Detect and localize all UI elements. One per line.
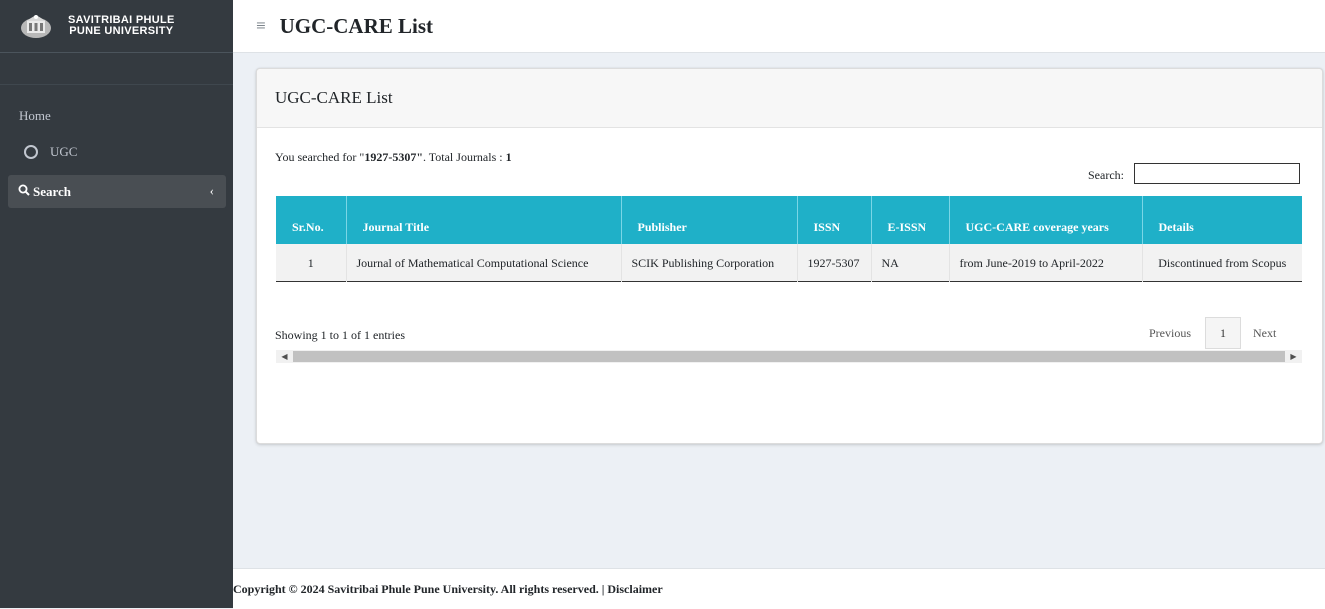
sidebar-divider <box>0 84 233 85</box>
scroll-left-arrow-icon[interactable]: ◀ <box>276 350 293 363</box>
search-summary-mid: . Total Journals : <box>423 150 506 164</box>
sidebar: SAVITRIBAI PHULE PUNE UNIVERSITY Home UG… <box>0 0 233 608</box>
search-input[interactable] <box>1134 163 1300 184</box>
search-summary-prefix: You searched for " <box>275 150 365 164</box>
journals-table: Sr.No. Journal Title Publisher ISSN E-IS… <box>276 196 1302 282</box>
brand-line-2: PUNE UNIVERSITY <box>69 25 174 37</box>
page-1-button[interactable]: 1 <box>1205 317 1241 349</box>
scrollbar-thumb[interactable] <box>293 351 1285 362</box>
table-header-row: Sr.No. Journal Title Publisher ISSN E-IS… <box>276 196 1302 244</box>
column-header-details[interactable]: Details <box>1142 196 1302 244</box>
cell-eissn: NA <box>871 244 950 282</box>
sidebar-item-ugc-label: UGC <box>50 144 78 159</box>
column-header-issn[interactable]: ISSN <box>797 196 872 244</box>
sidebar-item-ugc[interactable]: UGC <box>24 144 77 160</box>
horizontal-scrollbar[interactable]: ◀ ▶ <box>276 350 1302 363</box>
entries-info: Showing 1 to 1 of 1 entries <box>275 328 405 342</box>
chevron-left-icon: ‹ <box>209 183 214 198</box>
table-row: 1 Journal of Mathematical Computational … <box>276 244 1302 282</box>
scroll-right-arrow-icon[interactable]: ▶ <box>1285 350 1302 363</box>
sidebar-item-home[interactable]: Home <box>19 108 51 124</box>
top-navbar: ≡ UGC-CARE List <box>233 0 1325 53</box>
cell-coverage-years: from June-2019 to April-2022 <box>949 244 1143 282</box>
footer: Copyright © 2024 Savitribai Phule Pune U… <box>233 568 1325 609</box>
column-header-eissn[interactable]: E-ISSN <box>871 196 950 244</box>
search-icon <box>18 184 30 200</box>
column-header-srno[interactable]: Sr.No. <box>276 196 347 244</box>
search-label: Search: <box>1088 168 1124 182</box>
circle-icon <box>24 145 38 159</box>
total-journals-count: 1 <box>505 150 512 164</box>
cell-details: Discontinued from Scopus <box>1142 244 1302 282</box>
column-header-publisher[interactable]: Publisher <box>621 196 798 244</box>
footer-copyright: Copyright © 2024 Savitribai Phule Pune U… <box>233 581 663 596</box>
previous-page-button[interactable]: Previous <box>1149 326 1191 341</box>
searched-term: 1927-5307" <box>364 150 423 164</box>
column-header-journal-title[interactable]: Journal Title <box>346 196 622 244</box>
sidebar-item-search[interactable]: Search ‹ <box>8 175 226 208</box>
cell-srno: 1 <box>276 244 347 282</box>
card-header: UGC-CARE List <box>257 69 1322 128</box>
card-title: UGC-CARE List <box>275 88 393 107</box>
sidebar-item-search-label: Search <box>33 183 72 199</box>
brand[interactable]: SAVITRIBAI PHULE PUNE UNIVERSITY <box>0 0 233 53</box>
brand-name: SAVITRIBAI PHULE PUNE UNIVERSITY <box>68 15 175 37</box>
cell-publisher: SCIK Publishing Corporation <box>621 244 798 282</box>
next-page-button[interactable]: Next <box>1253 326 1276 341</box>
university-logo-icon <box>18 12 54 40</box>
search-summary: You searched for "1927-5307". Total Jour… <box>275 150 512 165</box>
cell-journal-title: Journal of Mathematical Computational Sc… <box>346 244 622 282</box>
menu-toggle-icon[interactable]: ≡ <box>256 16 266 36</box>
page-title: UGC-CARE List <box>279 13 434 38</box>
pagination: Previous 1 Next <box>1149 317 1276 349</box>
cell-issn: 1927-5307 <box>797 244 872 282</box>
results-card: UGC-CARE List You searched for "1927-530… <box>256 68 1323 444</box>
column-header-coverage-years[interactable]: UGC-CARE coverage years <box>949 196 1143 244</box>
